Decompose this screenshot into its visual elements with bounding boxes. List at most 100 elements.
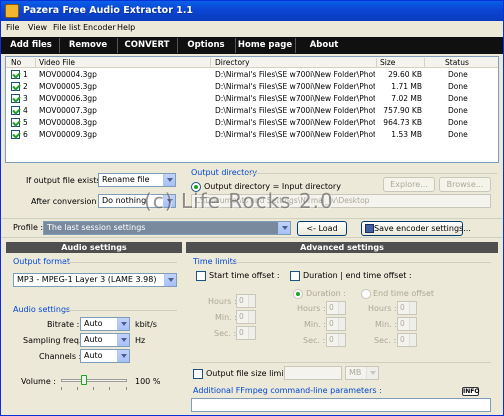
row-file: MOV00008.3gp — [39, 118, 97, 127]
slider-tick — [93, 387, 94, 390]
save-encoder-settings-button[interactable]: Save encoder settings... — [361, 221, 471, 236]
duration-hours-spinner[interactable]: 0 — [326, 301, 346, 315]
window-title: Pazera Free Audio Extractor 1.1 — [23, 5, 194, 16]
explore-button[interactable]: Explore... — [383, 177, 435, 192]
row-directory: D:\Nirmal's Files\SE w700i\New Folder\Ph… — [215, 106, 375, 115]
remove-button[interactable]: Remove — [61, 37, 115, 54]
if-exists-select[interactable]: Rename file — [98, 173, 176, 187]
file-row[interactable]: 2 MOV00005.3gp D:\Nirmal's Files\SE w700… — [6, 81, 498, 93]
about-button[interactable]: About — [297, 37, 351, 54]
menu-view[interactable]: View — [28, 23, 47, 32]
duration-label: Duration | end time offset : — [303, 271, 412, 280]
chevron-down-icon[interactable] — [366, 367, 378, 379]
channels-label: Channels : — [39, 352, 82, 361]
end-offset-radio[interactable] — [361, 289, 371, 299]
output-format-select[interactable]: MP3 - MPEG-1 Layer 3 (LAME 3.98) — [13, 273, 177, 287]
save-encoder-settings-label: Save encoder settings... — [374, 224, 471, 233]
channels-select[interactable]: Auto — [80, 349, 130, 363]
menu-encoder[interactable]: Encoder — [83, 23, 116, 32]
toolbar: Add files Remove CONVERT Options Home pa… — [1, 37, 503, 54]
ffmpeg-params-input[interactable] — [191, 398, 491, 412]
row-checkbox[interactable] — [11, 82, 20, 91]
profile-label: Profile : — [13, 223, 44, 232]
file-list[interactable]: No Video File Directory Size Status 1 MO… — [5, 56, 499, 163]
row-directory: D:\Nirmal's Files\SE w700i\New Folder\Ph… — [215, 118, 375, 127]
start-sec-spinner[interactable]: 0 — [236, 326, 256, 340]
home-page-button[interactable]: Home page — [237, 37, 293, 54]
start-offset-checkbox[interactable] — [196, 271, 206, 281]
chevron-down-icon[interactable] — [163, 174, 175, 186]
size-unit-select[interactable]: MB — [345, 366, 379, 380]
toolbar-separator — [59, 38, 60, 53]
start-min-spinner[interactable]: 0 — [236, 310, 256, 324]
chevron-down-icon[interactable] — [117, 350, 129, 362]
file-row[interactable]: 1 MOV00004.3gp D:\Nirmal's Files\SE w700… — [6, 69, 498, 81]
file-row[interactable]: 5 MOV00008.3gp D:\Nirmal's Files\SE w700… — [6, 117, 498, 129]
file-row[interactable]: 4 MOV00007.3gp D:\Nirmal's Files\SE w700… — [6, 105, 498, 117]
column-header-directory[interactable]: Directory — [215, 58, 250, 67]
end-min-spinner[interactable]: 0 — [397, 317, 417, 331]
menu-help[interactable]: Help — [117, 23, 135, 32]
chevron-down-icon[interactable] — [117, 318, 129, 330]
bitrate-label: Bitrate : — [47, 320, 80, 329]
column-header-size[interactable]: Size — [380, 58, 395, 67]
app-window: Pazera Free Audio Extractor 1.1 File Vie… — [0, 0, 504, 416]
end-sec-spinner[interactable]: 0 — [397, 333, 417, 347]
bitrate-value: Auto — [84, 319, 103, 328]
duration-min-spinner[interactable]: 0 — [326, 317, 346, 331]
volume-slider-track[interactable] — [61, 379, 127, 382]
row-file: MOV00004.3gp — [39, 70, 97, 79]
file-row[interactable]: 3 MOV00006.3gp D:\Nirmal's Files\SE w700… — [6, 93, 498, 105]
row-checkbox[interactable] — [11, 130, 20, 139]
row-directory: D:\Nirmal's Files\SE w700i\New Folder\Ph… — [215, 70, 375, 79]
info-icon[interactable]: INFO — [462, 387, 479, 396]
duration-radio[interactable] — [293, 289, 303, 299]
size-unit-value: MB — [349, 368, 362, 377]
chevron-down-icon[interactable] — [117, 334, 129, 346]
column-header-no[interactable]: No — [11, 58, 21, 67]
row-status: Done — [448, 82, 468, 91]
options-button[interactable]: Options — [179, 37, 233, 54]
row-status: Done — [448, 106, 468, 115]
menu-file-list[interactable]: File list — [53, 23, 81, 32]
menu-file[interactable]: File — [6, 23, 19, 32]
size-limit-input[interactable] — [284, 366, 342, 380]
sampling-select[interactable]: Auto — [80, 333, 130, 347]
row-file: MOV00006.3gp — [39, 94, 97, 103]
duration-sec-spinner[interactable]: 0 — [326, 333, 346, 347]
load-profile-button[interactable]: <- Load — [297, 221, 347, 236]
profile-select[interactable]: The last session settings — [43, 221, 291, 235]
group-divider — [229, 262, 491, 263]
row-number: 4 — [23, 106, 28, 115]
column-header-status[interactable]: Status — [445, 58, 469, 67]
title-bar[interactable]: Pazera Free Audio Extractor 1.1 — [1, 1, 503, 21]
column-divider — [376, 58, 377, 67]
column-header-video[interactable]: Video File — [39, 58, 75, 67]
end-hours-spinner[interactable]: 0 — [397, 301, 417, 315]
file-row[interactable]: 6 MOV00009.3gp D:\Nirmal's Files\SE w700… — [6, 129, 498, 141]
row-checkbox[interactable] — [11, 106, 20, 115]
row-checkbox[interactable] — [11, 70, 20, 79]
size-limit-checkbox[interactable] — [193, 369, 203, 379]
row-checkbox[interactable] — [11, 118, 20, 127]
chevron-down-icon[interactable] — [278, 222, 290, 234]
browse-button[interactable]: Browse... — [439, 177, 491, 192]
chevron-down-icon[interactable] — [164, 274, 176, 286]
channels-value: Auto — [84, 351, 103, 360]
output-format-value: MP3 - MPEG-1 Layer 3 (LAME 3.98) — [17, 275, 157, 284]
volume-slider-thumb[interactable] — [81, 375, 87, 385]
column-divider — [35, 58, 36, 67]
add-files-button[interactable]: Add files — [5, 37, 57, 54]
duration-checkbox[interactable] — [290, 271, 300, 281]
slider-tick — [61, 387, 62, 390]
ffmpeg-params-label: Additional FFmpeg command-line parameter… — [193, 386, 382, 395]
start-hours-spinner[interactable]: 0 — [236, 294, 256, 308]
bitrate-select[interactable]: Auto — [80, 317, 130, 331]
size-limit-label: Output file size limit : — [206, 369, 292, 378]
duration-radio-label: Duration : — [306, 289, 346, 298]
column-divider — [424, 58, 425, 67]
sampling-label: Sampling freq. : — [23, 336, 87, 345]
row-checkbox[interactable] — [11, 94, 20, 103]
end-min-label: Min. : — [375, 320, 397, 329]
convert-button[interactable]: CONVERT — [119, 37, 175, 54]
